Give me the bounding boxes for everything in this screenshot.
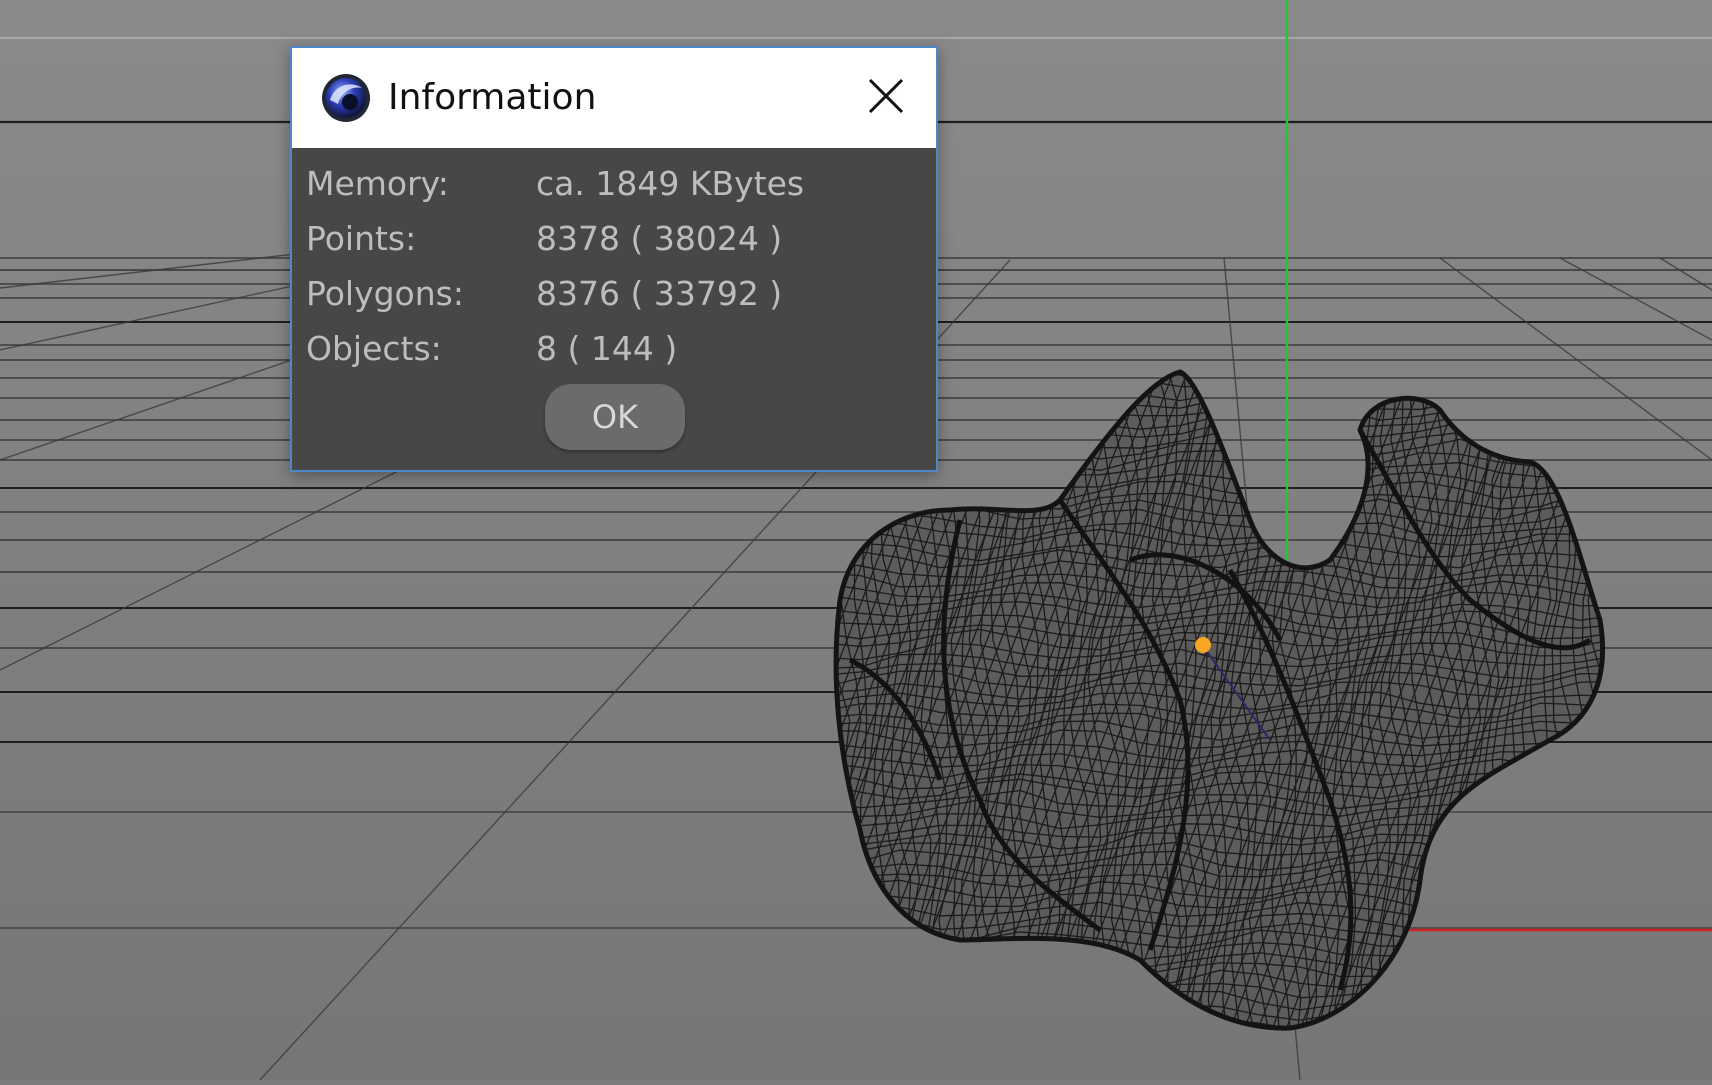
points-value: 8378 ( 38024 ) — [536, 219, 783, 258]
info-row-memory: Memory: ca. 1849 KBytes — [306, 160, 922, 208]
close-icon — [868, 78, 904, 114]
info-row-points: Points: 8378 ( 38024 ) — [306, 215, 922, 263]
dialog-title: Information — [388, 77, 597, 118]
dialog-titlebar[interactable]: Information — [292, 48, 936, 148]
object-pivot-handle[interactable] — [1195, 637, 1211, 653]
polygons-label: Polygons: — [306, 274, 464, 313]
info-row-polygons: Polygons: 8376 ( 33792 ) — [306, 270, 922, 318]
objects-value: 8 ( 144 ) — [536, 329, 678, 368]
ok-button[interactable]: OK — [545, 384, 685, 450]
information-dialog: Information Memory: ca. 1849 KBytes Poin… — [290, 46, 938, 472]
points-label: Points: — [306, 219, 417, 258]
cinema4d-logo-icon — [320, 72, 372, 124]
objects-label: Objects: — [306, 329, 442, 368]
close-button[interactable] — [856, 66, 916, 126]
info-row-objects: Objects: 8 ( 144 ) — [306, 325, 922, 373]
memory-label: Memory: — [306, 164, 449, 203]
polygons-value: 8376 ( 33792 ) — [536, 274, 783, 313]
memory-value: ca. 1849 KBytes — [536, 164, 805, 203]
